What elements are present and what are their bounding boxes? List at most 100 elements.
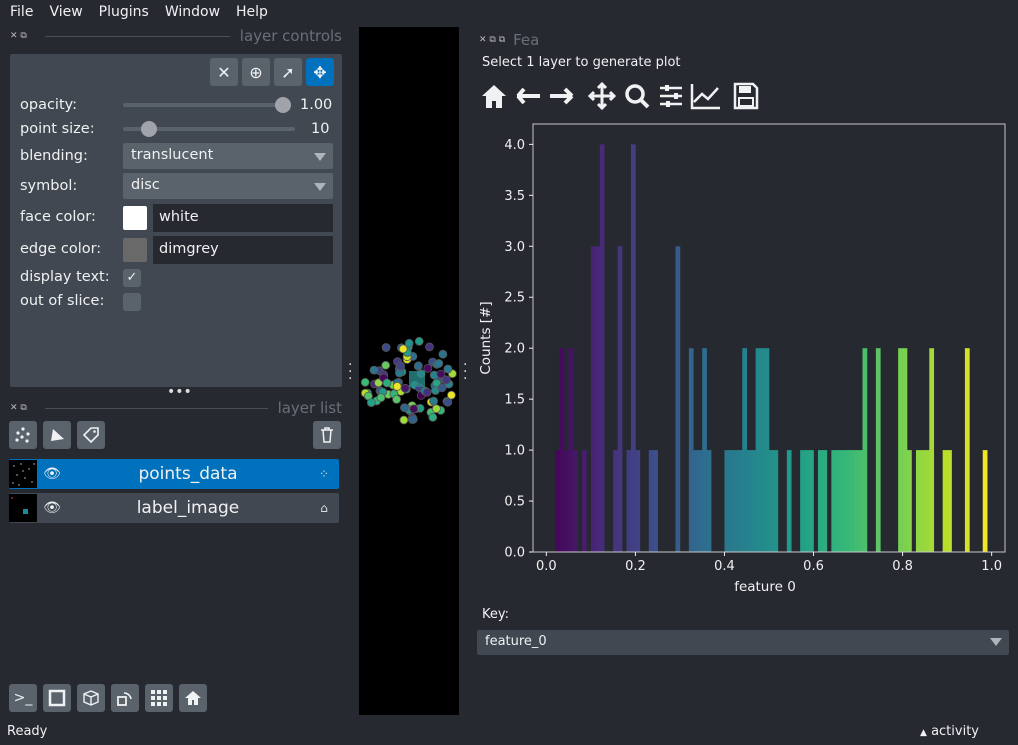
out-of-slice-checkbox[interactable]	[123, 293, 141, 311]
dock-resize-handle[interactable]: •••	[167, 384, 192, 400]
add-points-button[interactable]: ⊕	[242, 58, 270, 86]
histogram-bar	[675, 246, 681, 553]
histogram-bar	[590, 246, 596, 553]
forward-arrow-icon[interactable]	[550, 87, 574, 105]
labels-type-icon: ⌂	[320, 501, 328, 515]
histogram-bar	[862, 348, 868, 552]
configure-subplots-icon[interactable]	[660, 85, 682, 107]
plot-toolbar	[482, 81, 759, 111]
console-button[interactable]: >_	[9, 684, 37, 712]
dock-close-float-icon[interactable]: ✕ ⧉	[10, 31, 27, 41]
points-type-icon: ⁘	[318, 467, 330, 481]
histogram-bar	[581, 450, 587, 552]
save-icon[interactable]	[733, 82, 759, 110]
face-color-field[interactable]: white	[153, 204, 333, 232]
delete-points-button[interactable]: ✕	[210, 58, 238, 86]
label-region	[409, 371, 425, 387]
point-marker	[398, 344, 408, 354]
layer-item-points-data[interactable]: 👁 points_data ⁘	[9, 459, 339, 489]
layer-controls-header: ✕ ⧉ layer controls	[10, 27, 342, 45]
face-color-swatch[interactable]	[123, 206, 147, 230]
transpose-button[interactable]	[111, 684, 139, 712]
symbol-select[interactable]: disc	[123, 173, 333, 199]
histogram-bar	[706, 450, 712, 552]
zoom-icon[interactable]	[625, 84, 650, 109]
menu-view[interactable]: View	[49, 4, 82, 20]
histogram-bar	[688, 348, 694, 552]
display-text-checkbox[interactable]: ✓	[123, 269, 141, 287]
pan-zoom-button[interactable]: ✥	[306, 58, 334, 86]
menu-plugins[interactable]: Plugins	[99, 4, 149, 20]
left-splitter-handle[interactable]: · · ·	[348, 358, 352, 386]
edge-color-label: edge color:	[20, 241, 102, 257]
delete-layer-button[interactable]	[313, 421, 341, 449]
menu-file[interactable]: File	[10, 4, 33, 20]
blending-select[interactable]: translucent	[123, 143, 333, 169]
home-button[interactable]	[179, 684, 207, 712]
y-tick-label: 3.5	[504, 189, 525, 204]
add-circle-icon: ⊕	[249, 62, 263, 82]
point-marker	[429, 396, 438, 406]
right-splitter-handle[interactable]: · · ·	[463, 358, 467, 386]
menu-help[interactable]: Help	[236, 4, 268, 20]
point-marker	[392, 394, 401, 404]
histogram-bar	[786, 450, 792, 552]
histogram-bar	[809, 450, 814, 552]
rotate-icon	[117, 692, 132, 706]
home-icon[interactable]	[482, 85, 506, 108]
dock-close-float-icon[interactable]: ✕ ⧉ ⧉	[479, 35, 505, 45]
point-marker	[428, 412, 438, 422]
plot-area: 0.0 0.2 0.4 0.6 0.8 1.0 0.0 0.5 1.0 1.5 2.0 2.5 3.0 3…	[478, 116, 1010, 596]
histogram-bar	[755, 348, 761, 552]
x-tick-label: 0.8	[892, 559, 913, 574]
new-shapes-layer-button[interactable]	[43, 421, 71, 449]
layer-item-label-image[interactable]: 👁 label_image ⌂	[9, 493, 339, 523]
point-size-label: point size:	[20, 121, 95, 137]
edit-axis-icon[interactable]	[690, 84, 720, 110]
y-tick-label: 0.5	[504, 495, 525, 510]
pan-icon[interactable]	[587, 81, 617, 111]
point-marker	[438, 349, 448, 359]
plot-instruction: Select 1 layer to generate plot	[482, 55, 681, 70]
point-marker	[395, 368, 404, 378]
histogram-bar	[555, 450, 561, 552]
ndisplay-button[interactable]	[43, 684, 71, 712]
point-marker	[409, 404, 419, 414]
histogram-bar	[573, 450, 578, 552]
dock-close-float-icon[interactable]: ✕ ⧉	[10, 403, 27, 413]
edge-color-field[interactable]: dimgrey	[153, 236, 333, 264]
histogram-bar	[764, 348, 770, 552]
x-tick-label: 0.4	[714, 559, 735, 574]
back-arrow-icon[interactable]	[516, 87, 540, 105]
roll-dims-button[interactable]	[77, 684, 105, 712]
point-marker	[381, 360, 391, 370]
visibility-eye-icon[interactable]: 👁	[37, 466, 67, 482]
opacity-slider[interactable]	[123, 103, 283, 107]
visibility-eye-icon[interactable]: 👁	[37, 500, 67, 516]
x-tick-label: 0.0	[536, 559, 557, 574]
shapes-icon	[51, 429, 64, 441]
key-value: feature_0	[485, 634, 547, 649]
histogram-bar	[746, 450, 752, 552]
point-marker	[422, 387, 432, 397]
edge-color-swatch[interactable]	[123, 238, 147, 262]
activity-button[interactable]: ▲ activity	[920, 724, 979, 739]
point-marker	[437, 383, 447, 393]
histogram-bar	[920, 450, 926, 552]
grid-button[interactable]	[145, 684, 173, 712]
opacity-slider-handle[interactable]	[275, 97, 291, 113]
face-color-label: face color:	[20, 209, 96, 225]
new-labels-layer-button[interactable]	[77, 421, 105, 449]
histogram-bar	[697, 450, 703, 552]
menu-window[interactable]: Window	[165, 4, 220, 20]
key-select[interactable]: feature_0	[477, 630, 1009, 655]
points-cluster-image	[360, 336, 457, 425]
new-points-layer-button[interactable]	[9, 421, 37, 449]
viewer-canvas[interactable]	[359, 27, 459, 715]
histogram-bar	[849, 450, 854, 552]
point-size-slider-handle[interactable]	[140, 121, 157, 137]
select-points-button[interactable]: ➚	[274, 58, 302, 86]
histogram-bar	[568, 348, 574, 552]
y-tick-label: 0.0	[504, 546, 525, 561]
x-tick-label: 0.6	[803, 559, 824, 574]
